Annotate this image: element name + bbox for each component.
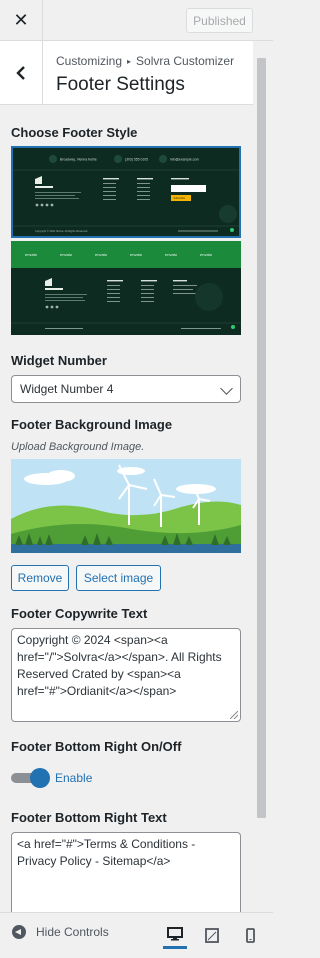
footer-style-1-preview: Broadway, Vienna Kehle (303) 555 0105 in… — [13, 148, 239, 236]
breadcrumb-root: Customizing — [56, 54, 123, 68]
select-image-button[interactable]: Select image — [76, 565, 161, 591]
device-desktop-button[interactable] — [163, 921, 187, 949]
remove-image-button[interactable]: Remove — [11, 565, 69, 591]
contact-email: info@example.com — [170, 158, 199, 162]
bottom-right-toggle[interactable] — [11, 768, 51, 788]
subscribe-text: Subscribe — [174, 196, 186, 200]
scrollbar-thumb[interactable] — [257, 58, 266, 818]
toggle-state-label: Enable — [55, 771, 93, 785]
contact-address: Broadway, Vienna Kehle — [60, 158, 97, 162]
device-mobile-button[interactable] — [238, 921, 262, 949]
hide-controls-button[interactable]: Hide Controls — [12, 925, 109, 939]
close-customizer-button[interactable]: ✕ — [0, 0, 43, 41]
widget-number-label: Widget Number — [11, 353, 107, 368]
partner-logo-5: envato — [165, 252, 178, 257]
resize-handle-icon[interactable] — [230, 711, 238, 719]
tablet-icon — [205, 927, 219, 943]
partner-logo-3: envato — [95, 252, 108, 257]
back-button[interactable] — [0, 41, 43, 105]
footer-style-option-2[interactable]: envato envato envato envato envato envat… — [11, 241, 241, 335]
footer-style-2-preview: envato envato envato envato envato envat… — [11, 241, 241, 335]
chevron-left-icon — [16, 66, 25, 80]
bottom-right-toggle-label: Footer Bottom Right On/Off — [11, 739, 182, 754]
device-tablet-button[interactable] — [200, 921, 224, 949]
background-image-preview — [11, 459, 241, 553]
widget-number-select[interactable]: Widget Number 4 — [11, 375, 241, 403]
publish-button[interactable]: Published — [186, 8, 253, 33]
desktop-icon — [167, 926, 183, 940]
footer-style-option-1[interactable]: Broadway, Vienna Kehle (303) 555 0105 in… — [11, 146, 241, 238]
breadcrumb-section: Solvra Customizer — [136, 54, 235, 68]
mobile-icon — [245, 927, 255, 943]
copyright-textarea[interactable]: Copyright © 2024 <span><a href="/">Solvr… — [11, 628, 241, 722]
customizer-footer: Hide Controls — [0, 912, 273, 958]
breadcrumb: Customizing ▸ Solvra Customizer — [56, 54, 234, 68]
hide-controls-label: Hide Controls — [36, 925, 109, 939]
footer-style-label: Choose Footer Style — [11, 125, 138, 140]
bottom-right-textarea[interactable]: <a href="#">Terms & Conditions - Privacy… — [11, 832, 241, 912]
collapse-icon — [12, 925, 26, 939]
controls-panel: Choose Footer Style Broadway, Vienna Keh… — [0, 106, 253, 912]
background-image-label: Footer Background Image — [11, 417, 173, 432]
toggle-knob — [30, 768, 50, 788]
partner-logo-4: envato — [130, 252, 143, 257]
copyright-textarea-value: Copyright © 2024 <span><a href="/">Solvr… — [17, 633, 222, 698]
bottom-right-text-label: Footer Bottom Right Text — [11, 810, 167, 825]
copyright-preview: Copyright © 2024 Solvra. All Rights Rese… — [35, 229, 88, 233]
page-title: Footer Settings — [56, 74, 185, 95]
customizer-topbar: ✕ Published — [0, 0, 273, 41]
copyright-text-label: Footer Copywrite Text — [11, 606, 148, 621]
bottom-right-textarea-value: <a href="#">Terms & Conditions - Privacy… — [17, 837, 196, 868]
partner-logo-6: envato — [200, 252, 213, 257]
chevron-down-icon — [220, 382, 233, 395]
widget-number-value: Widget Number 4 — [20, 382, 114, 396]
contact-phone: (303) 555 0105 — [125, 158, 148, 162]
close-icon: ✕ — [13, 10, 29, 30]
background-image-description: Upload Background Image. — [11, 441, 145, 453]
breadcrumb-separator-icon: ▸ — [127, 57, 132, 66]
section-header: Customizing ▸ Solvra Customizer Footer Set… — [0, 41, 253, 105]
partner-logo-1: envato — [25, 252, 38, 257]
partner-logo-2: envato — [60, 252, 73, 257]
